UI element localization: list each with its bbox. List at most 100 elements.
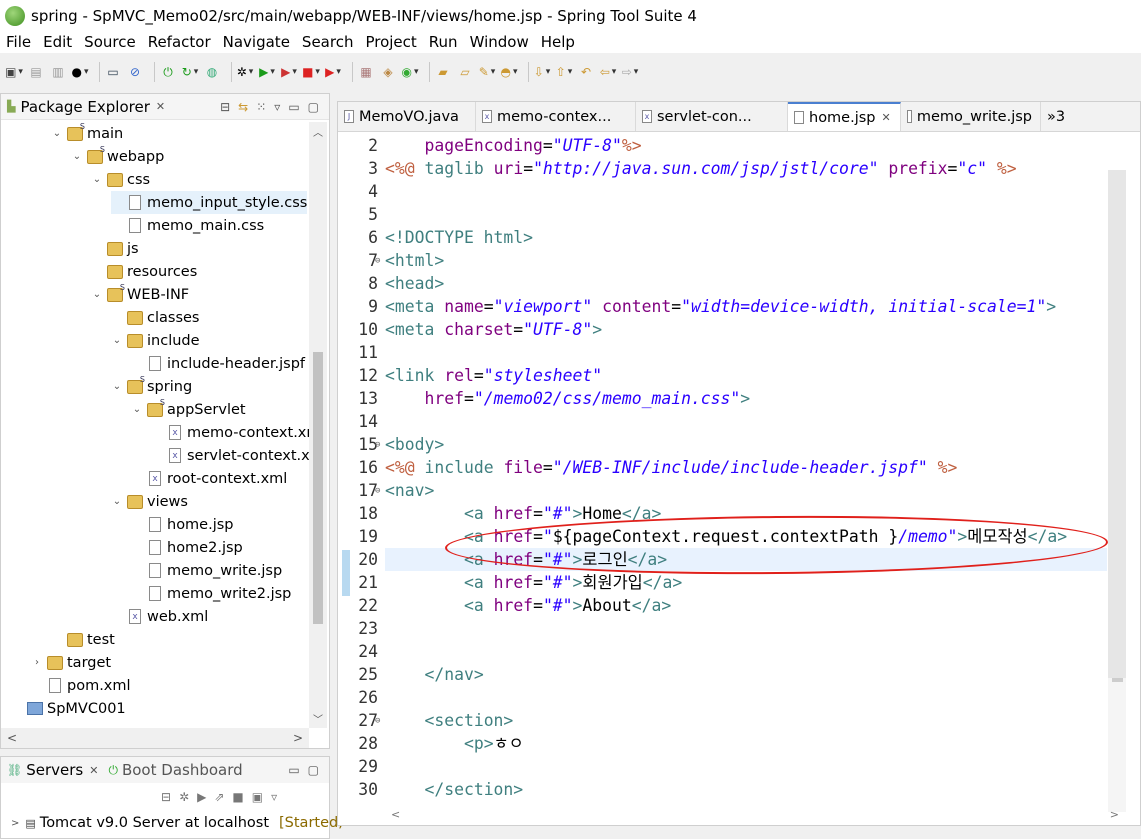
view-menu-icon[interactable]: ▿ (271, 790, 277, 804)
save-all-icon[interactable]: ▥ (50, 64, 66, 80)
tree-item[interactable]: home2.jsp (131, 536, 243, 559)
chevron-right-icon[interactable]: › (31, 657, 43, 668)
debug-server-icon[interactable]: ✲ (179, 790, 189, 804)
code-line[interactable]: <%@ taglib uri="http://java.sun.com/jsp/… (385, 157, 1017, 180)
editor-horizontal-scrollbar[interactable]: < > (385, 805, 1125, 823)
code-line[interactable]: <a href="#">회원가입</a> (385, 571, 682, 594)
relaunch-icon[interactable]: ↻ (182, 64, 198, 80)
chevron-down-icon[interactable]: ⌄ (51, 128, 63, 139)
tree-item[interactable]: ⌄ main (51, 122, 123, 145)
profile-server-icon[interactable]: ⇗ (214, 790, 224, 804)
tab-overflow-button[interactable]: »3 (1041, 102, 1073, 131)
server-entry[interactable]: > ▤ Tomcat v9.0 Server at localhost [Sta… (1, 811, 343, 835)
terminal-icon[interactable]: ▭ (105, 64, 121, 80)
scrollbar-thumb[interactable] (313, 352, 323, 624)
code-line[interactable]: <section> (385, 709, 513, 732)
menu-navigate[interactable]: Navigate (217, 33, 296, 51)
editor-tab[interactable]: home.jsp ✕ (788, 102, 901, 131)
code-line[interactable]: <a href="${pageContext.request.contextPa… (385, 525, 1067, 548)
tree-item[interactable]: pom.xml (31, 674, 131, 697)
scroll-right-icon[interactable]: > (293, 731, 303, 745)
tree-item[interactable]: home.jsp (131, 513, 234, 536)
browser-icon[interactable]: ◍ (204, 64, 220, 80)
menu-file[interactable]: File (0, 33, 37, 51)
scroll-up-icon[interactable]: ︿ (313, 124, 323, 139)
tree-item[interactable]: ⌄ views (111, 490, 188, 513)
code-line[interactable]: href="/memo02/css/memo_main.css"> (385, 387, 750, 410)
code-line[interactable]: <a href="#">About</a> (385, 594, 671, 617)
close-icon[interactable]: ✕ (156, 100, 165, 113)
chevron-down-icon[interactable]: ⌄ (111, 335, 123, 346)
maximize-icon[interactable]: ▢ (308, 763, 319, 777)
stop-server-icon[interactable]: ■ (232, 790, 243, 804)
maximize-icon[interactable]: ▢ (308, 100, 319, 114)
menu-refactor[interactable]: Refactor (142, 33, 217, 51)
boot-dashboard-tab[interactable]: Boot Dashboard (122, 761, 243, 779)
editor-tab[interactable]: x memo-contex... (476, 102, 636, 131)
code-line[interactable]: </section> (385, 778, 523, 801)
code-line[interactable]: <head> (385, 272, 444, 295)
tree-item[interactable]: x web.xml (111, 605, 208, 628)
collapse-all-icon[interactable]: ⊟ (220, 100, 230, 114)
run-external-icon[interactable]: ▶ (281, 64, 297, 80)
expand-icon[interactable]: > (11, 818, 19, 829)
prev-annotation-icon[interactable]: ⇧ (556, 64, 572, 80)
new-icon[interactable]: ▣ (5, 64, 22, 80)
tree-item[interactable]: x root-context.xml (131, 467, 287, 490)
chevron-down-icon[interactable]: ⌄ (91, 174, 103, 185)
tree-item[interactable]: resources (91, 260, 197, 283)
tree-item[interactable]: x memo-context.xml (151, 421, 309, 444)
chevron-down-icon[interactable]: ⌄ (131, 404, 143, 415)
scroll-left-icon[interactable]: < (7, 731, 17, 745)
link-editor-icon[interactable]: ⇆ (238, 100, 248, 114)
menu-search[interactable]: Search (296, 33, 360, 51)
tree-vertical-scrollbar[interactable]: ︿ ﹀ (309, 122, 327, 728)
tree-item[interactable]: test (51, 628, 115, 651)
editor-tab[interactable]: memo_write.jsp (901, 102, 1041, 131)
open-folder-icon[interactable]: ▱ (457, 64, 473, 80)
close-icon[interactable]: ✕ (882, 111, 891, 124)
tree-item[interactable]: ⌄ css (91, 168, 150, 191)
open-task-icon[interactable]: ◓ (501, 64, 517, 80)
boot-start-icon[interactable]: ⏻ (160, 64, 176, 80)
code-line[interactable]: </nav> (385, 663, 483, 686)
tree-item[interactable]: ⌄ include (111, 329, 200, 352)
back-icon[interactable]: ⇦ (600, 64, 616, 80)
fold-toggle-icon[interactable]: ⊖ (375, 486, 380, 496)
servers-tab[interactable]: Servers (26, 761, 83, 779)
fold-toggle-icon[interactable]: ⊖ (375, 716, 380, 726)
scroll-right-icon[interactable]: > (1110, 808, 1119, 821)
stop-icon[interactable]: ■ (302, 64, 319, 80)
chevron-down-icon[interactable]: ⌄ (71, 151, 83, 162)
fold-toggle-icon[interactable]: ⊖ (375, 440, 380, 450)
next-annotation-icon[interactable]: ⇩ (534, 64, 550, 80)
debug-icon[interactable]: ✲ (237, 64, 253, 80)
code-line[interactable]: <!DOCTYPE html> (385, 226, 533, 249)
tree-item[interactable]: include-header.jspf (131, 352, 305, 375)
tree-item[interactable]: ⌄ WEB-INF (91, 283, 189, 306)
menu-help[interactable]: Help (535, 33, 581, 51)
code-line[interactable]: <a href="#">Home</a> (385, 502, 661, 525)
save-icon[interactable]: ▤ (28, 64, 44, 80)
skip-breakpoints-icon[interactable]: ⊘ (127, 64, 143, 80)
filter-icon[interactable]: ⁙ (256, 100, 266, 114)
code-line[interactable]: <link rel="stylesheet" (385, 364, 602, 387)
menu-edit[interactable]: Edit (37, 33, 78, 51)
menu-project[interactable]: Project (359, 33, 422, 51)
code-line[interactable]: <p>ㅎㅇ (385, 732, 524, 755)
code-line[interactable]: <meta charset="UTF-8"> (385, 318, 602, 341)
tree-horizontal-scrollbar[interactable]: < > (1, 728, 309, 748)
tree-item[interactable]: ⌄ webapp (71, 145, 164, 168)
server-icon[interactable]: ▶ (325, 64, 341, 80)
menu-source[interactable]: Source (78, 33, 142, 51)
tree-item[interactable]: classes (111, 306, 199, 329)
view-menu-icon[interactable]: ▿ (274, 100, 280, 114)
search-icon[interactable]: ✎ (479, 64, 495, 80)
close-icon[interactable]: ✕ (89, 764, 98, 777)
new-java-project-icon[interactable]: ▦ (358, 64, 374, 80)
tree-item[interactable]: memo_write2.jsp (131, 582, 291, 605)
scroll-down-icon[interactable]: ﹀ (313, 711, 323, 726)
minimize-icon[interactable]: ▭ (288, 763, 299, 777)
fold-toggle-icon[interactable]: ⊖ (375, 256, 380, 266)
tree-item[interactable]: memo_write.jsp (131, 559, 282, 582)
